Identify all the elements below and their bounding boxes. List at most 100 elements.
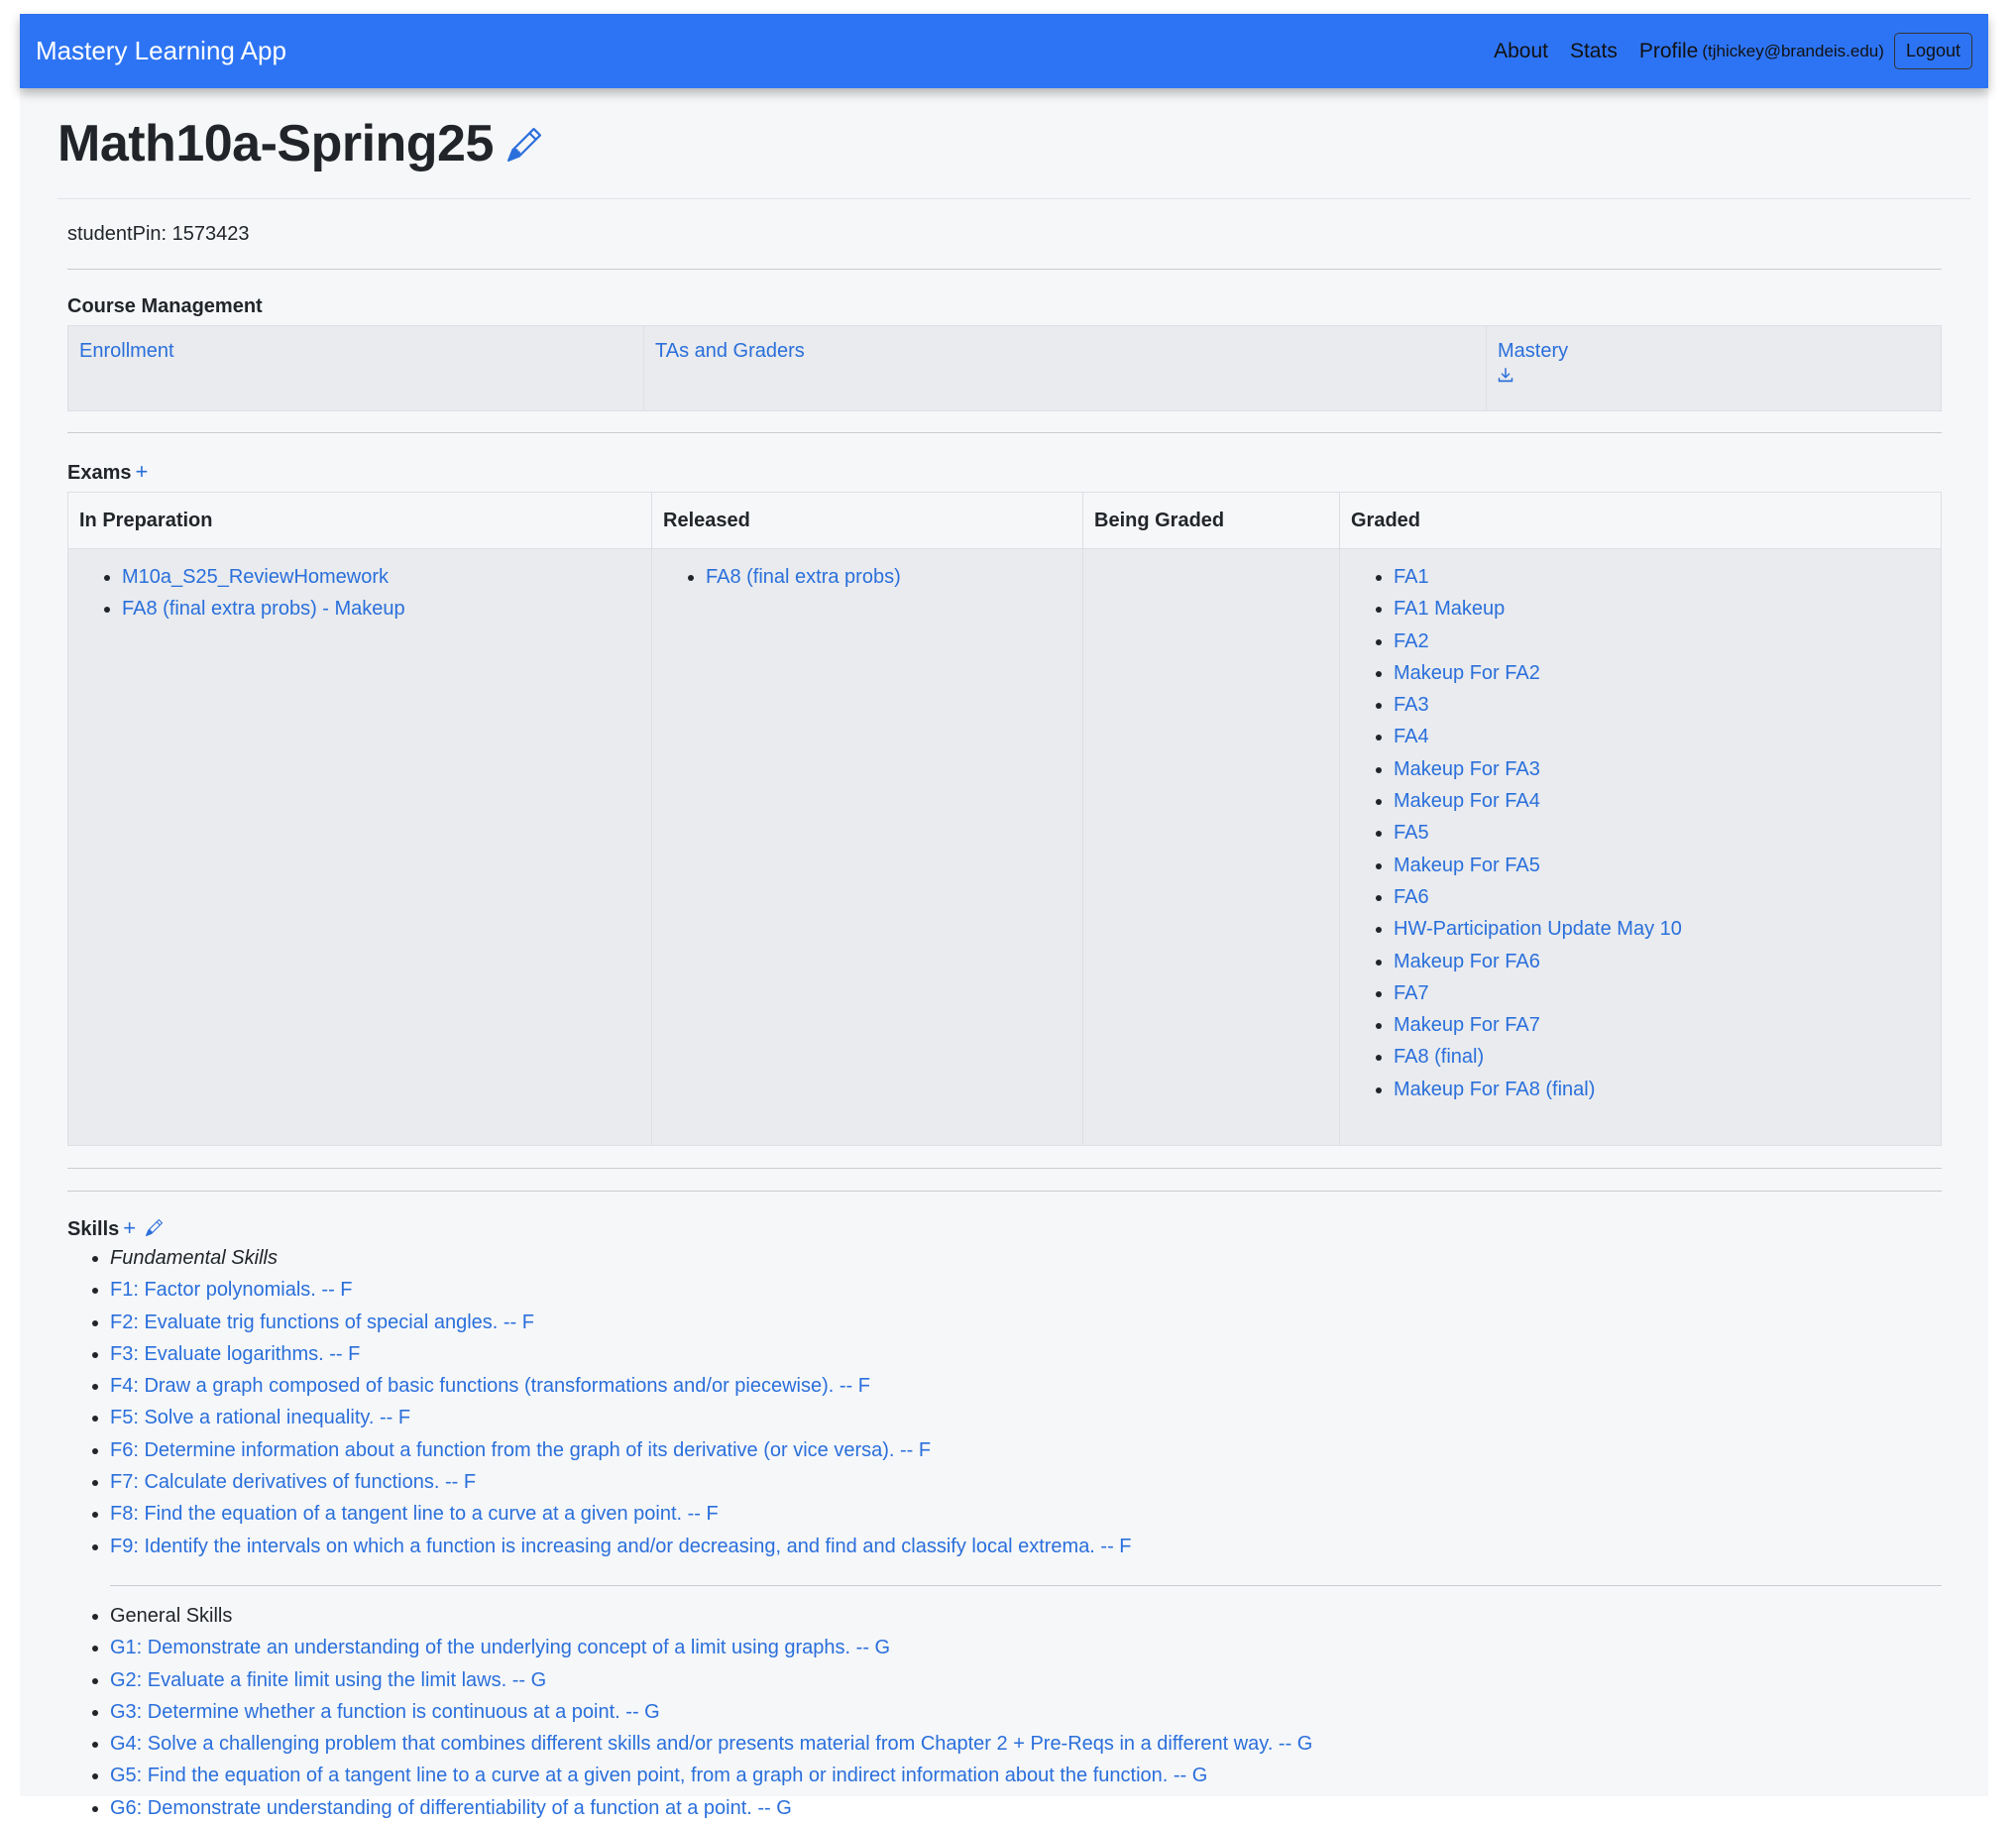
col-being-graded: Being Graded	[1082, 492, 1340, 549]
exam-link[interactable]: FA7	[1394, 982, 1429, 1004]
list-item: FA8 (final)	[1394, 1041, 1930, 1073]
skill-link[interactable]: G2: Evaluate a finite limit using the li…	[110, 1669, 546, 1691]
add-skill-button[interactable]: +	[123, 1215, 136, 1240]
list-item: F5: Solve a rational inequality. -- F	[110, 1402, 1942, 1433]
skill-group-header: Fundamental Skills	[110, 1242, 1942, 1274]
skill-link[interactable]: F4: Draw a graph composed of basic funct…	[110, 1375, 870, 1397]
skill-link[interactable]: F8: Find the equation of a tangent line …	[110, 1503, 719, 1525]
download-icon[interactable]	[1498, 367, 1513, 389]
graded-list: FA1 FA1 Makeup FA2 Makeup For FA2 FA3 FA…	[1351, 561, 1930, 1105]
list-item: G1: Demonstrate an understanding of the …	[110, 1632, 1942, 1663]
nav-profile[interactable]: Profile	[1639, 40, 1699, 63]
list-item: F4: Draw a graph composed of basic funct…	[110, 1370, 1942, 1402]
logout-button[interactable]: Logout	[1893, 33, 1972, 69]
list-item: F9: Identify the intervals on which a fu…	[110, 1531, 1942, 1562]
pencil-icon[interactable]	[145, 1218, 163, 1241]
student-pin: studentPin: 1573423	[67, 223, 250, 245]
divider	[67, 432, 1942, 433]
exam-link[interactable]: Makeup For FA3	[1394, 758, 1540, 780]
mastery-link[interactable]: Mastery	[1498, 340, 1568, 362]
list-item: FA1 Makeup	[1394, 593, 1930, 625]
nav-right: About Stats Profile (tjhickey@brandeis.e…	[1472, 33, 1972, 69]
list-item: FA1	[1394, 561, 1930, 593]
skill-link[interactable]: F5: Solve a rational inequality. -- F	[110, 1407, 410, 1428]
list-item: FA5	[1394, 817, 1930, 849]
exam-link[interactable]: Makeup For FA2	[1394, 662, 1540, 684]
list-item: G5: Find the equation of a tangent line …	[110, 1760, 1942, 1791]
skill-link[interactable]: F7: Calculate derivatives of functions. …	[110, 1471, 476, 1493]
exam-link[interactable]: FA1	[1394, 566, 1429, 588]
course-management-title: Course Management	[67, 295, 263, 317]
list-item: Makeup For FA8 (final)	[1394, 1074, 1930, 1105]
skill-link[interactable]: F9: Identify the intervals on which a fu…	[110, 1536, 1132, 1557]
list-item: M10a_S25_ReviewHomework	[122, 561, 640, 593]
exams-title: Exams +	[67, 459, 1942, 485]
exams-table: In Preparation Released Being Graded Gra…	[67, 492, 1942, 1146]
exam-link[interactable]: FA8 (final extra probs) - Makeup	[122, 598, 405, 620]
skill-link[interactable]: G4: Solve a challenging problem that com…	[110, 1733, 1312, 1755]
exams-label: Exams	[67, 462, 132, 484]
skill-link[interactable]: F2: Evaluate trig functions of special a…	[110, 1311, 534, 1333]
exam-link[interactable]: FA4	[1394, 726, 1429, 747]
exam-link[interactable]: FA3	[1394, 694, 1429, 716]
skills-title: Skills +	[67, 1215, 1942, 1242]
skill-link[interactable]: F3: Evaluate logarithms. -- F	[110, 1343, 360, 1365]
brand-link[interactable]: Mastery Learning App	[36, 36, 286, 66]
skill-link[interactable]: F6: Determine information about a functi…	[110, 1439, 931, 1461]
exam-link[interactable]: Makeup For FA7	[1394, 1014, 1540, 1036]
enrollment-cell: Enrollment	[67, 325, 644, 411]
exam-link[interactable]: FA8 (final)	[1394, 1046, 1484, 1068]
skill-link[interactable]: G5: Find the equation of a tangent line …	[110, 1765, 1207, 1786]
skill-link[interactable]: G3: Determine whether a function is cont…	[110, 1701, 660, 1723]
pencil-icon[interactable]	[506, 127, 541, 167]
skill-link[interactable]: G1: Demonstrate an understanding of the …	[110, 1637, 890, 1658]
list-item: FA7	[1394, 977, 1930, 1009]
list-item: Makeup For FA6	[1394, 946, 1930, 977]
exam-link[interactable]: FA2	[1394, 630, 1429, 652]
nav-about[interactable]: About	[1494, 40, 1548, 63]
list-item: F7: Calculate derivatives of functions. …	[110, 1466, 1942, 1498]
skill-link[interactable]: G6: Demonstrate understanding of differe…	[110, 1797, 792, 1819]
exam-link[interactable]: FA6	[1394, 886, 1429, 908]
col-in-preparation: In Preparation	[67, 492, 652, 549]
list-item: FA4	[1394, 721, 1930, 752]
main-content: Math10a-Spring25 studentPin: 1573423 Cou…	[57, 88, 1970, 1824]
exam-link[interactable]: HW-Participation Update May 10	[1394, 918, 1682, 940]
skill-link[interactable]: F1: Factor polynomials. -- F	[110, 1279, 353, 1301]
list-item: G2: Evaluate a finite limit using the li…	[110, 1664, 1942, 1696]
nav-profile-label: Profile	[1638, 39, 1699, 62]
exam-link[interactable]: FA8 (final extra probs)	[706, 566, 901, 588]
exam-link[interactable]: Makeup For FA6	[1394, 951, 1540, 972]
list-item: FA6	[1394, 881, 1930, 913]
mastery-cell: Mastery	[1486, 325, 1942, 411]
in-preparation-cell: M10a_S25_ReviewHomework FA8 (final extra…	[67, 548, 652, 1146]
exam-link[interactable]: Makeup For FA5	[1394, 855, 1540, 876]
enrollment-link[interactable]: Enrollment	[79, 340, 174, 362]
add-exam-button[interactable]: +	[136, 459, 149, 484]
exam-link[interactable]: FA5	[1394, 822, 1429, 844]
list-item: Makeup For FA2	[1394, 657, 1930, 689]
list-item: FA8 (final extra probs) - Makeup	[122, 593, 640, 625]
col-released: Released	[651, 492, 1083, 549]
nav-stats[interactable]: Stats	[1570, 40, 1618, 63]
list-item: Makeup For FA5	[1394, 850, 1930, 881]
tas-graders-link[interactable]: TAs and Graders	[655, 340, 805, 362]
list-item: F8: Find the equation of a tangent line …	[110, 1498, 1942, 1530]
fundamental-skills-list: Fundamental Skills F1: Factor polynomial…	[67, 1242, 1942, 1562]
list-item: G4: Solve a challenging problem that com…	[110, 1728, 1942, 1760]
exam-link[interactable]: FA1 Makeup	[1394, 598, 1505, 620]
skill-group-label: General Skills	[110, 1604, 233, 1627]
list-item: FA2	[1394, 626, 1930, 657]
title-row: Math10a-Spring25	[57, 88, 1970, 199]
released-cell: FA8 (final extra probs)	[651, 548, 1083, 1146]
exam-link[interactable]: M10a_S25_ReviewHomework	[122, 566, 389, 588]
list-item: F2: Evaluate trig functions of special a…	[110, 1307, 1942, 1338]
list-item: Makeup For FA7	[1394, 1009, 1930, 1041]
skill-group-label: Fundamental Skills	[110, 1247, 278, 1269]
being-graded-cell	[1082, 548, 1340, 1146]
exam-link[interactable]: Makeup For FA8 (final)	[1394, 1079, 1595, 1100]
exam-link[interactable]: Makeup For FA4	[1394, 790, 1540, 812]
graded-cell: FA1 FA1 Makeup FA2 Makeup For FA2 FA3 FA…	[1339, 548, 1942, 1146]
list-item: G6: Demonstrate understanding of differe…	[110, 1792, 1942, 1824]
divider	[67, 269, 1942, 270]
